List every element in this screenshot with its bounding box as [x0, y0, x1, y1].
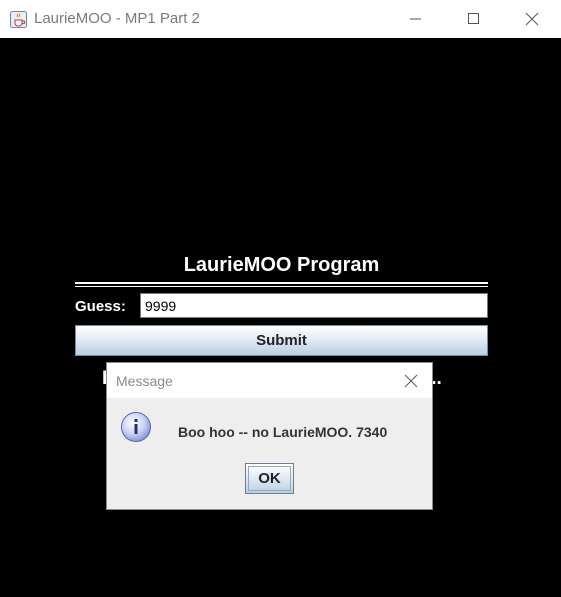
ok-button[interactable]: OK	[245, 463, 294, 494]
minimize-icon[interactable]	[393, 0, 439, 38]
dialog-message: Boo hoo -- no LaurieMOO. 7340	[178, 424, 388, 440]
guess-label: Guess:	[75, 298, 126, 315]
close-icon[interactable]	[509, 0, 555, 38]
submit-button[interactable]: Submit	[75, 325, 488, 356]
info-icon	[121, 412, 151, 442]
window-title: LaurieMOO - MP1 Part 2	[34, 10, 200, 27]
dialog-title: Message	[116, 373, 173, 389]
close-icon[interactable]	[397, 367, 425, 395]
main-panel: LaurieMOO Program Guess: Submit I ...	[0, 38, 561, 597]
maximize-icon[interactable]	[450, 0, 496, 38]
dialog-title-bar[interactable]: Message	[107, 363, 432, 398]
title-separator	[75, 282, 488, 287]
guess-input[interactable]	[140, 293, 488, 318]
java-app-icon	[10, 11, 27, 28]
message-dialog: Message Boo hoo -- no LaurieMOO. 7340 OK	[106, 362, 433, 510]
window-title-bar: LaurieMOO - MP1 Part 2	[0, 0, 561, 38]
program-title: LaurieMOO Program	[183, 254, 380, 276]
